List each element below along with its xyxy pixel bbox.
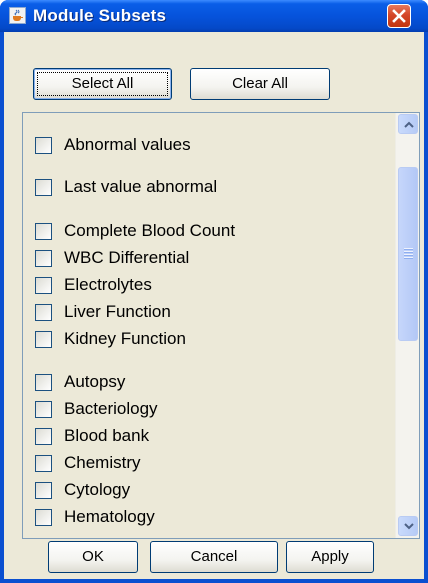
- checkbox[interactable]: [35, 250, 52, 267]
- clear-all-button[interactable]: Clear All: [190, 68, 330, 100]
- checkbox[interactable]: [35, 482, 52, 499]
- vertical-scrollbar[interactable]: [395, 113, 419, 538]
- scroll-down-button[interactable]: [398, 516, 418, 536]
- checkbox[interactable]: [35, 223, 52, 240]
- java-cup-icon: [9, 7, 26, 24]
- checkbox[interactable]: [35, 401, 52, 418]
- grip-line: [404, 249, 413, 250]
- list-item-label: Hematology: [64, 507, 155, 526]
- chevron-up-icon: [404, 121, 414, 128]
- checkbox[interactable]: [35, 428, 52, 445]
- scroll-up-button[interactable]: [398, 114, 418, 134]
- grip-line: [404, 258, 413, 259]
- checkbox[interactable]: [35, 331, 52, 348]
- select-all-button[interactable]: Select All: [33, 68, 172, 100]
- checkbox[interactable]: [35, 277, 52, 294]
- scrollbar-thumb[interactable]: [398, 167, 418, 341]
- list-item-label: Complete Blood Count: [64, 221, 236, 240]
- list-item-label: Liver Function: [64, 302, 171, 321]
- list-item-label: Chemistry: [64, 453, 141, 472]
- chevron-down-icon: [404, 523, 414, 530]
- list-item-label: Blood bank: [64, 426, 150, 445]
- module-list[interactable]: Abnormal values Last value abnormal Comp…: [22, 112, 420, 539]
- dialog-body: Select All Clear All Abnormal values Las…: [4, 32, 424, 579]
- list-item-label: Kidney Function: [64, 329, 186, 348]
- list-item-label: Last value abnormal: [64, 177, 218, 196]
- list-item-label: WBC Differential: [64, 248, 190, 267]
- title-bar[interactable]: Module Subsets: [0, 0, 428, 32]
- checkbox[interactable]: [35, 455, 52, 472]
- dialog-window: Module Subsets Select All Clear All Abno…: [0, 0, 428, 583]
- list-item-label: Bacteriology: [64, 399, 158, 418]
- list-item-label: Electrolytes: [64, 275, 152, 294]
- ok-button[interactable]: OK: [48, 541, 138, 573]
- close-button[interactable]: [387, 4, 411, 28]
- grip-line: [404, 255, 413, 256]
- close-icon: [392, 9, 406, 23]
- apply-button[interactable]: Apply: [286, 541, 374, 573]
- checkbox[interactable]: [35, 374, 52, 391]
- grip-line: [404, 252, 413, 253]
- checkbox[interactable]: [35, 304, 52, 321]
- list-item-label: Autopsy: [64, 372, 126, 391]
- list-item-label: Abnormal values: [64, 135, 191, 154]
- cancel-button[interactable]: Cancel: [150, 541, 278, 573]
- window-title: Module Subsets: [33, 6, 167, 25]
- checkbox[interactable]: [35, 509, 52, 526]
- checkbox[interactable]: [35, 137, 52, 154]
- list-item-label: Cytology: [64, 480, 131, 499]
- checkbox[interactable]: [35, 179, 52, 196]
